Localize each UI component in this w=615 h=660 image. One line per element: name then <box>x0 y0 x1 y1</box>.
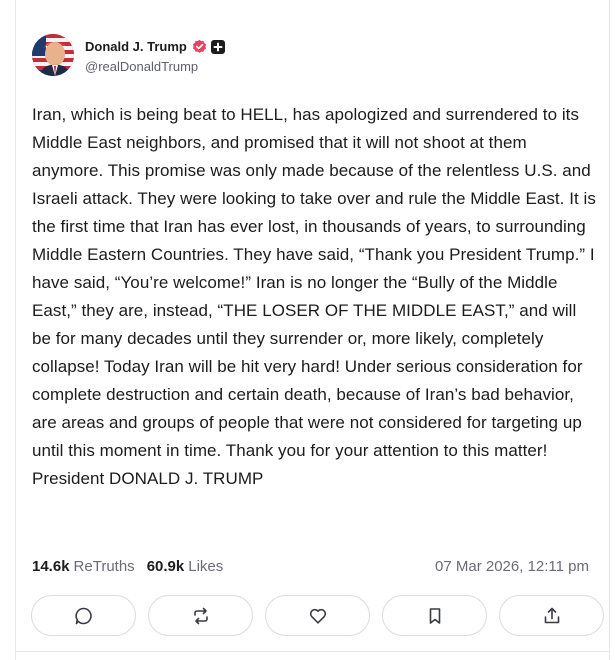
likes-stat[interactable]: 60.9k Likes <box>147 558 224 575</box>
repost-icon <box>191 606 211 626</box>
comment-icon <box>74 606 94 626</box>
verified-badge-icon <box>192 39 207 54</box>
divider <box>15 651 610 652</box>
retruths-label: ReTruths <box>73 558 135 575</box>
post-header: Donald J. Trump @realDonaldTrump <box>32 34 225 76</box>
bookmark-icon <box>425 606 445 626</box>
post-timestamp[interactable]: 07 Mar 2026, 12:11 pm <box>435 558 589 575</box>
likes-count: 60.9k <box>146 558 185 575</box>
retruths-count: 14.6k <box>32 558 70 575</box>
heart-icon <box>308 606 328 626</box>
author-handle[interactable]: @realDonaldTrump <box>85 59 225 74</box>
post-stats: 14.6k ReTruths 60.9k Likes 07 Mar 2026, … <box>32 558 589 575</box>
post-body-text: Iran, which is being beat to HELL, has a… <box>32 105 596 488</box>
bookmark-button[interactable] <box>382 595 487 636</box>
avatar-portrait-flag <box>32 34 74 76</box>
like-button[interactable] <box>265 595 370 636</box>
likes-label: Likes <box>188 558 224 575</box>
action-bar <box>31 595 604 636</box>
avatar[interactable] <box>32 34 74 76</box>
author-display-name[interactable]: Donald J. Trump <box>85 39 187 54</box>
share-icon <box>542 606 562 626</box>
plus-badge-icon <box>210 39 225 54</box>
retruths-stat[interactable]: 14.6k ReTruths <box>32 558 135 575</box>
reply-button[interactable] <box>31 595 136 636</box>
retruth-button[interactable] <box>148 595 253 636</box>
share-button[interactable] <box>499 595 604 636</box>
